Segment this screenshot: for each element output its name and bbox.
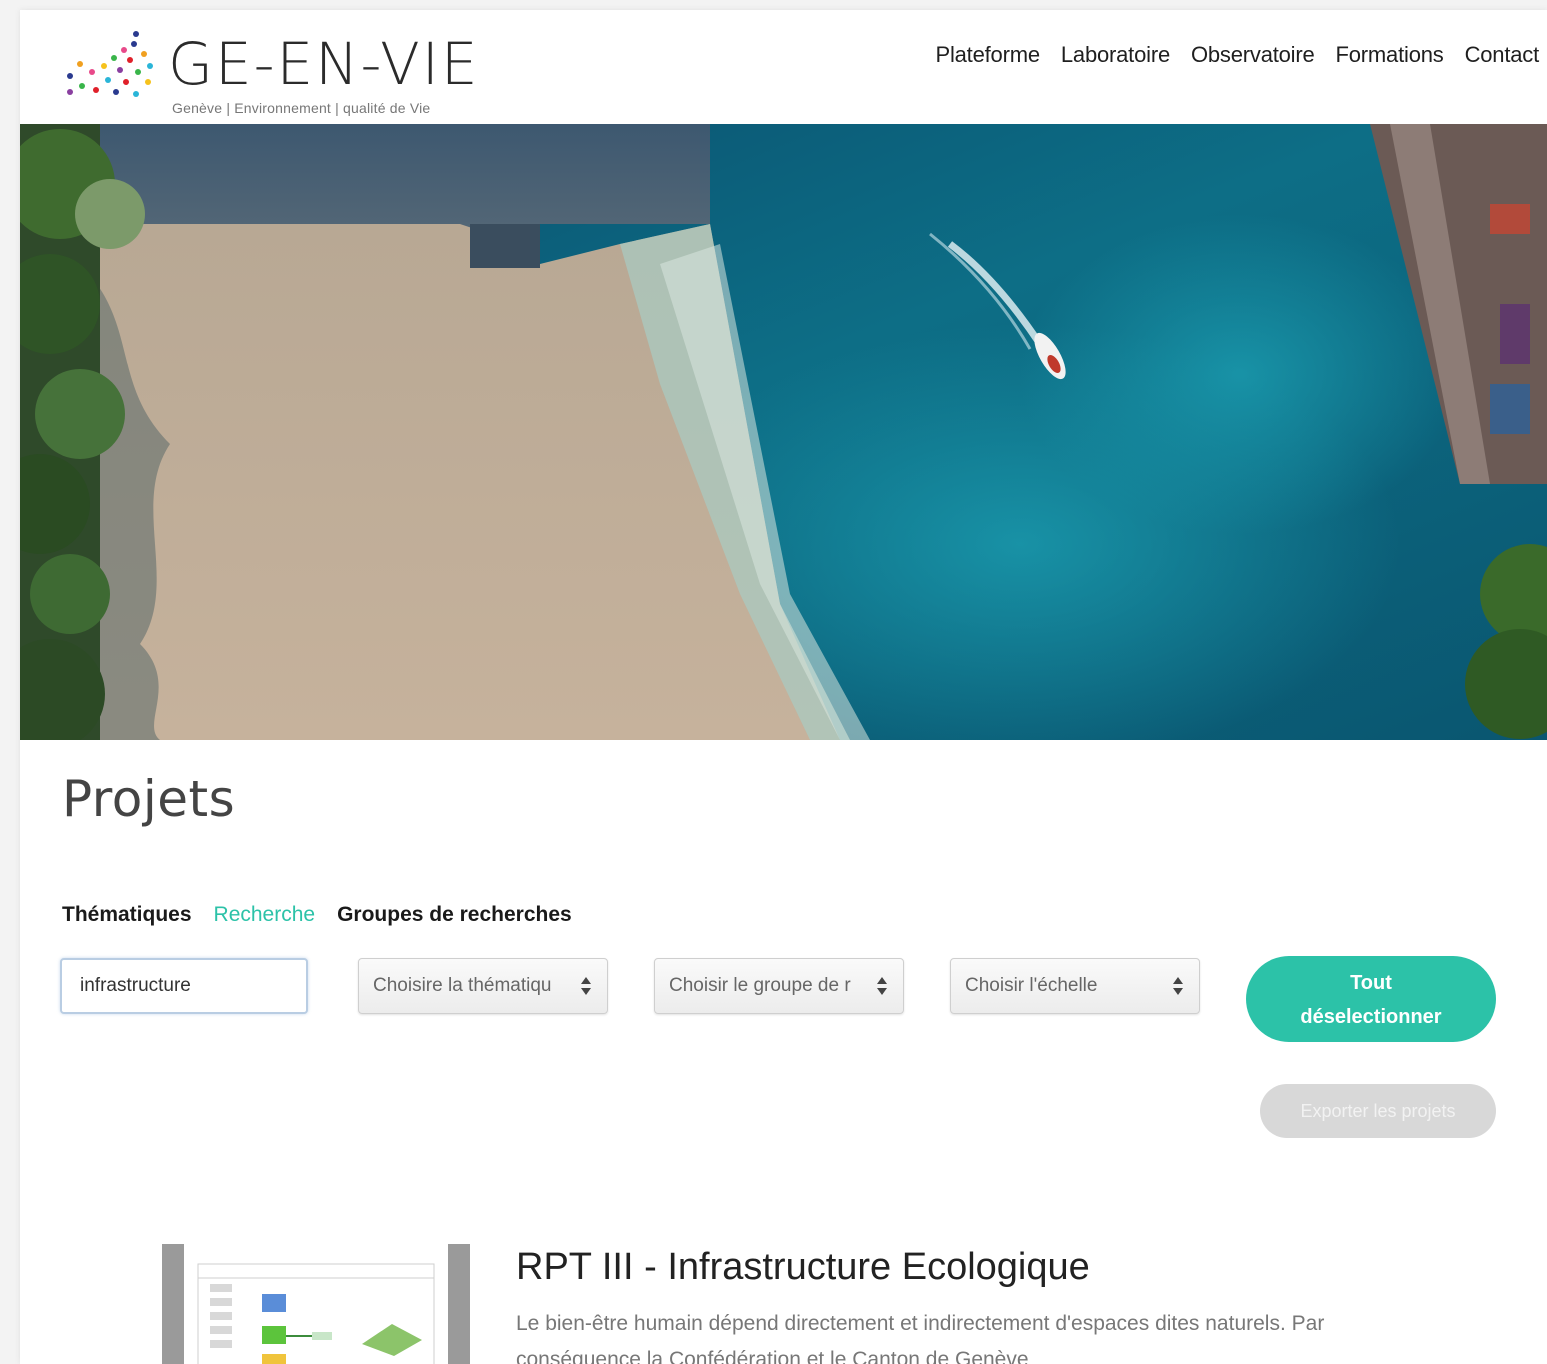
echelle-select[interactable]: Choisir l'échelle — [950, 958, 1200, 1014]
nav-contact[interactable]: Contact — [1465, 40, 1540, 70]
page: GE-EN-VIE Genève | Environnement | quali… — [20, 10, 1547, 1364]
nav-laboratoire[interactable]: Laboratoire — [1061, 40, 1170, 70]
nav-plateforme[interactable]: Plateforme — [935, 40, 1040, 70]
main-nav: Plateforme Laboratoire Observatoire Form… — [935, 40, 1539, 70]
tab-groupes-de-recherches[interactable]: Groupes de recherches — [337, 903, 572, 927]
deselect-all-label-line1: Tout — [1350, 972, 1392, 994]
tab-thematiques[interactable]: Thématiques — [62, 903, 192, 927]
filters-bar: Choisire la thématiqu Choisir le groupe … — [60, 956, 1520, 1066]
export-projects-button[interactable]: Exporter les projets — [1260, 1084, 1496, 1138]
select-arrows-icon — [581, 977, 591, 995]
logo-dots-icon — [67, 31, 153, 97]
groupe-select-value: Choisir le groupe de r — [669, 975, 851, 996]
project-title[interactable]: RPT III - Infrastructure Ecologique — [516, 1246, 1090, 1289]
groupe-select[interactable]: Choisir le groupe de r — [654, 958, 904, 1014]
site-header: GE-EN-VIE Genève | Environnement | quali… — [20, 10, 1547, 124]
deselect-all-button[interactable]: Tout déselectionner — [1246, 956, 1496, 1042]
nav-formations[interactable]: Formations — [1336, 40, 1444, 70]
thematique-select-value: Choisire la thématiqu — [373, 975, 552, 996]
select-arrows-icon — [877, 977, 887, 995]
project-description: Le bien-être humain dépend directement e… — [516, 1312, 1325, 1364]
nav-observatoire[interactable]: Observatoire — [1191, 40, 1315, 70]
page-title: Projets — [62, 770, 236, 828]
hero-image — [20, 124, 1547, 740]
logo[interactable]: GE-EN-VIE Genève | Environnement | quali… — [64, 28, 584, 118]
logo-subtitle: Genève | Environnement | qualité de Vie — [172, 100, 431, 116]
deselect-all-label-line2: déselectionner — [1300, 1006, 1442, 1028]
filter-tabs: Thématiques Recherche Groupes de recherc… — [62, 903, 572, 927]
select-arrows-icon — [1173, 977, 1183, 995]
echelle-select-value: Choisir l'échelle — [965, 975, 1098, 996]
thematique-select[interactable]: Choisire la thématiqu — [358, 958, 608, 1014]
tab-recherche[interactable]: Recherche — [214, 903, 316, 927]
search-input[interactable] — [60, 958, 308, 1014]
logo-title: GE-EN-VIE — [168, 30, 480, 98]
project-thumbnail[interactable] — [162, 1244, 470, 1364]
